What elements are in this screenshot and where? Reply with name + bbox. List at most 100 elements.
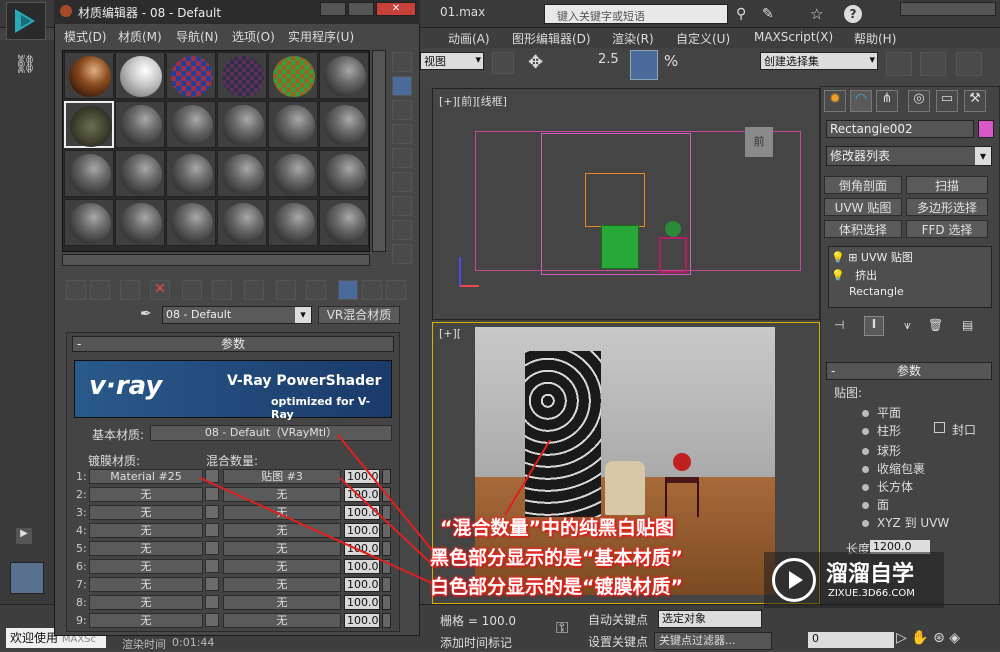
blend-amount-field[interactable]: 100.0 [344,559,380,574]
sample-slot[interactable] [166,101,216,148]
sample-slot[interactable] [115,150,165,197]
material-navigator-icon[interactable] [392,244,412,264]
coat-material-button[interactable]: 无 [89,559,203,574]
help-icon[interactable]: ? [844,5,862,23]
blend-amount-spinner[interactable] [382,505,391,520]
sample-slot[interactable] [64,199,114,246]
configure-sets-icon[interactable]: ▤ [962,318,973,332]
background-icon[interactable] [392,100,412,120]
copy-material-icon[interactable] [182,280,202,300]
base-material-button[interactable]: 08 - Default（VRayMtl） [150,425,392,441]
sample-slot[interactable] [217,199,267,246]
key-mode-dropdown[interactable]: 选定对象 [658,610,762,628]
slots-vscrollbar[interactable] [372,50,386,252]
sample-type-icon[interactable] [392,52,412,72]
selection-set-dropdown[interactable]: 创建选择集 ▾ [760,52,878,70]
sample-slot[interactable] [217,150,267,197]
sample-slot[interactable] [319,52,369,99]
make-preview-icon[interactable] [392,172,412,192]
coat-material-button[interactable]: 无 [89,595,203,610]
coat-enable-checkbox[interactable] [205,595,219,609]
reset-map-icon[interactable]: ✕ [150,280,170,300]
blend-amount-spinner[interactable] [382,577,391,592]
view-cube[interactable]: 前 [745,127,773,157]
sample-slot[interactable] [166,199,216,246]
coat-material-button[interactable]: 无 [89,523,203,538]
blend-amount-spinner[interactable] [382,541,391,556]
app-logo-icon[interactable] [6,2,46,40]
show-map-icon[interactable] [306,280,326,300]
coat-enable-checkbox[interactable] [205,505,219,519]
coat-material-button[interactable]: 无 [89,541,203,556]
show-end-result-me-icon[interactable] [338,280,358,300]
sample-slot[interactable] [115,101,165,148]
sample-slot[interactable] [64,150,114,197]
coat-enable-checkbox[interactable] [205,487,219,501]
params-rollout-header[interactable]: - 参数 [826,362,992,380]
link-icon[interactable]: ⛓ [14,54,37,75]
object-name-field[interactable]: Rectangle002 [826,120,974,138]
front-viewport-label[interactable]: [+][前][线框] [439,93,507,109]
align-icon[interactable] [920,52,946,76]
blend-amount-spinner[interactable] [382,613,391,628]
cap-checkbox[interactable] [934,422,945,433]
object-color-swatch[interactable] [978,120,994,138]
video-color-icon[interactable] [392,148,412,168]
eyedropper-icon[interactable]: ✒ [140,306,152,322]
blend-amount-spinner[interactable] [382,487,391,502]
mapping-shrinkwrap-radio[interactable]: 收缩包裹 [862,460,925,477]
me-menu-modes[interactable]: 模式(D) [64,28,107,45]
blend-amount-spinner[interactable] [382,559,391,574]
coat-material-button[interactable]: Material #25 [89,469,203,484]
snap-25-icon[interactable]: 2.5 [598,52,619,67]
lightbulb-icon[interactable]: 💡 ⊞ [831,251,861,264]
blend-map-button[interactable]: 贴图 #3 [223,469,341,484]
select-object-icon[interactable] [492,52,514,74]
view-select[interactable]: 视图 ▾ [420,52,484,70]
coat-material-button[interactable]: 无 [89,505,203,520]
mapping-xyz-to-uvw-radio[interactable]: XYZ 到 UVW [862,514,949,531]
show-end-result-icon[interactable]: I [864,316,884,336]
blend-map-button[interactable]: 无 [223,505,341,520]
blend-amount-spinner[interactable] [382,469,391,484]
playback-controls[interactable]: ▷ ✋ ⊛ ◈ [896,630,960,646]
menu-customize[interactable]: 自定义(U) [676,30,730,47]
blend-amount-field[interactable]: 100.0 [344,487,380,502]
remove-modifier-icon[interactable]: 🗑 [928,318,943,332]
make-unique-material-icon[interactable] [212,280,232,300]
menu-help[interactable]: 帮助(H) [854,30,896,47]
sample-slot[interactable] [115,199,165,246]
modifier-ffd-select-button[interactable]: FFD 选择 [906,220,988,238]
mapping-planar-radio[interactable]: 平面 [862,404,901,421]
slots-hscrollbar[interactable] [62,254,370,266]
angle-snap-icon[interactable] [630,50,658,80]
me-params-rollout-header[interactable]: - 参数 [72,336,394,352]
play-icon[interactable]: ▶ [16,528,32,544]
make-unique-icon[interactable]: ⩛ [904,318,911,333]
blend-map-button[interactable]: 无 [223,487,341,502]
binoculars-icon[interactable]: ⚲ [736,6,746,22]
window-controls[interactable] [900,2,996,16]
material-name-field[interactable]: 08 - Default ▾ [162,306,312,324]
minimize-icon[interactable] [320,2,346,16]
me-menu-utilities[interactable]: 实用程序(U) [288,28,354,45]
blend-map-button[interactable]: 无 [223,523,341,538]
create-tab-icon[interactable]: ✹ [824,90,846,112]
me-menu-options[interactable]: 选项(O) [232,28,275,45]
options-icon[interactable] [392,196,412,216]
mapping-box-radio[interactable]: 长方体 [862,478,913,495]
me-menu-navigation[interactable]: 导航(N) [176,28,218,45]
move-icon[interactable]: ✥ [528,52,543,73]
modifier-poly-select-button[interactable]: 多边形选择 [906,198,988,216]
sample-slot[interactable] [268,150,318,197]
sample-slot[interactable] [268,52,318,99]
assign-to-selection-icon[interactable] [120,280,140,300]
blend-amount-field[interactable]: 100.0 [344,541,380,556]
coat-enable-checkbox[interactable] [205,541,219,555]
sample-slot[interactable] [64,52,114,99]
sample-slot[interactable] [319,101,369,148]
sample-slot[interactable] [115,52,165,99]
percent-snap-icon[interactable]: % [664,52,678,70]
sample-slot[interactable] [268,199,318,246]
search-input[interactable]: 键入关键字或短语 [544,4,728,24]
